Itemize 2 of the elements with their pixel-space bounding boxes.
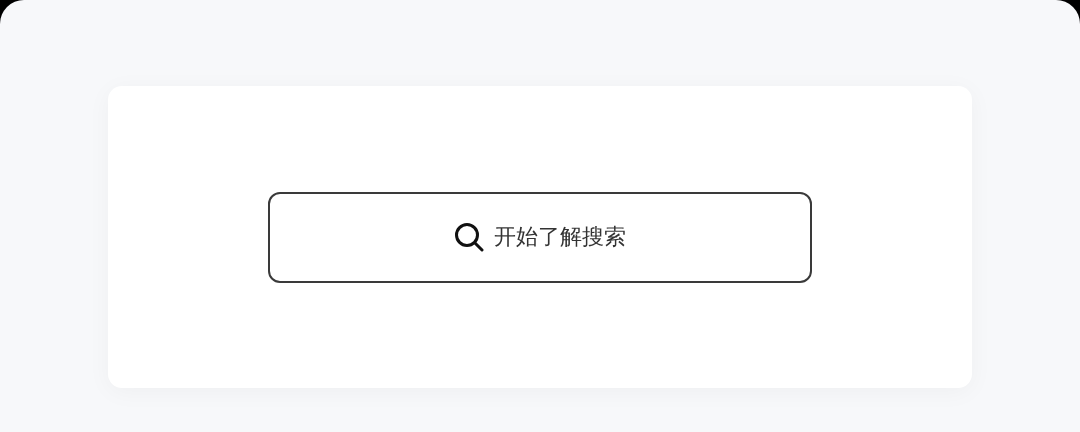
search-icon — [454, 222, 484, 252]
search-button[interactable]: 开始了解搜索 — [268, 191, 812, 283]
